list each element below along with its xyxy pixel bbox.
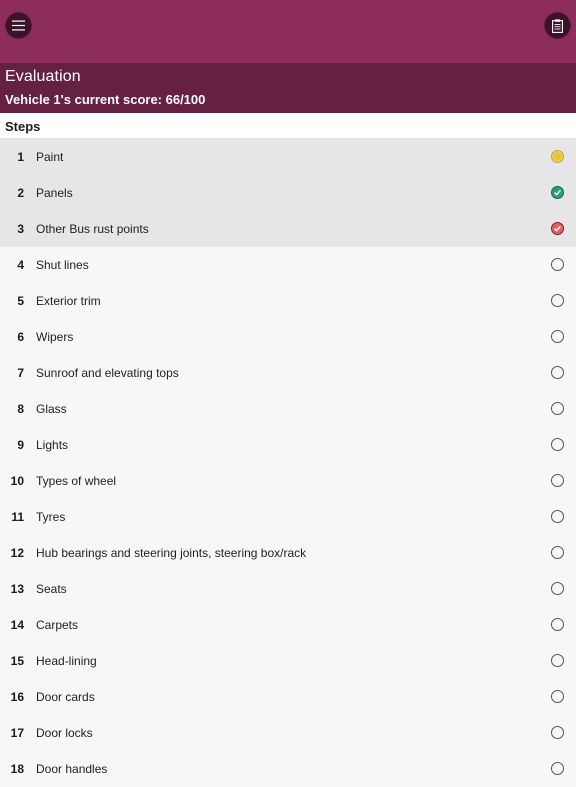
step-label: Seats xyxy=(36,582,67,596)
step-number: 18 xyxy=(10,762,24,776)
status-empty-icon xyxy=(551,330,564,343)
step-label: Door locks xyxy=(36,726,93,740)
status-empty-icon xyxy=(551,690,564,703)
step-row[interactable]: 15 Head-lining xyxy=(0,643,576,679)
step-row[interactable]: 6 Wipers xyxy=(0,319,576,355)
step-label: Door cards xyxy=(36,690,95,704)
step-number: 9 xyxy=(17,438,24,452)
status-empty-icon xyxy=(551,510,564,523)
step-row[interactable]: 10 Types of wheel xyxy=(0,463,576,499)
step-label: Door handles xyxy=(36,762,108,776)
step-row[interactable]: 2 Panels xyxy=(0,175,576,211)
status-empty-icon xyxy=(551,438,564,451)
page-title: Evaluation xyxy=(5,68,81,85)
step-number: 8 xyxy=(17,402,24,416)
status-pass-icon xyxy=(551,186,564,199)
status-empty-icon xyxy=(551,726,564,739)
step-row[interactable]: 1 Paint xyxy=(0,139,576,175)
current-score: Vehicle 1's current score: 66/100 xyxy=(5,92,206,107)
step-number: 13 xyxy=(10,582,24,596)
status-empty-icon xyxy=(551,402,564,415)
step-number: 2 xyxy=(17,186,24,200)
step-number: 16 xyxy=(10,690,24,704)
step-label: Exterior trim xyxy=(36,294,101,308)
step-label: Wipers xyxy=(36,330,74,344)
step-row[interactable]: 8 Glass xyxy=(0,391,576,427)
step-label: Panels xyxy=(36,186,73,200)
step-row[interactable]: 14 Carpets xyxy=(0,607,576,643)
top-app-bar xyxy=(0,0,576,63)
step-number: 14 xyxy=(10,618,24,632)
status-empty-icon xyxy=(551,474,564,487)
evaluation-header: Evaluation Vehicle 1's current score: 66… xyxy=(0,63,576,113)
step-row[interactable]: 18 Door handles xyxy=(0,751,576,787)
step-number: 4 xyxy=(17,258,24,272)
status-empty-icon xyxy=(551,294,564,307)
step-row[interactable]: 3 Other Bus rust points xyxy=(0,211,576,247)
status-empty-icon xyxy=(551,366,564,379)
step-number: 7 xyxy=(17,366,24,380)
step-label: Shut lines xyxy=(36,258,89,272)
status-pending-icon xyxy=(551,150,564,163)
step-row[interactable]: 5 Exterior trim xyxy=(0,283,576,319)
status-empty-icon xyxy=(551,654,564,667)
step-row[interactable]: 16 Door cards xyxy=(0,679,576,715)
steps-section-header: Steps xyxy=(0,113,576,139)
step-number: 15 xyxy=(10,654,24,668)
status-fail-icon xyxy=(551,222,564,235)
step-row[interactable]: 4 Shut lines xyxy=(0,247,576,283)
clipboard-button[interactable] xyxy=(544,12,571,39)
hamburger-menu-icon xyxy=(12,20,25,31)
step-label: Glass xyxy=(36,402,67,416)
status-empty-icon xyxy=(551,618,564,631)
step-row[interactable]: 7 Sunroof and elevating tops xyxy=(0,355,576,391)
step-row[interactable]: 11 Tyres xyxy=(0,499,576,535)
status-empty-icon xyxy=(551,762,564,775)
step-label: Carpets xyxy=(36,618,79,632)
step-label: Types of wheel xyxy=(36,474,117,488)
step-row[interactable]: 13 Seats xyxy=(0,571,576,607)
menu-button[interactable] xyxy=(5,12,32,39)
step-label: Head-lining xyxy=(36,654,97,668)
step-number: 10 xyxy=(10,474,24,488)
step-row[interactable]: 9 Lights xyxy=(0,427,576,463)
step-number: 17 xyxy=(10,726,24,740)
step-number: 12 xyxy=(10,546,24,560)
step-number: 1 xyxy=(17,150,24,164)
clipboard-icon xyxy=(552,18,563,33)
step-row[interactable]: 12 Hub bearings and steering joints, stee… xyxy=(0,535,576,571)
step-number: 11 xyxy=(11,510,24,524)
step-label: Paint xyxy=(36,150,64,164)
step-label: Sunroof and elevating tops xyxy=(36,366,179,380)
step-label: Other Bus rust points xyxy=(36,222,149,236)
step-label: Hub bearings and steering joints, steeri… xyxy=(36,546,307,560)
step-label: Lights xyxy=(36,438,69,452)
step-number: 3 xyxy=(17,222,24,236)
steps-list: 1 Paint 2 Panels 3 Other Bus rust points 4 Shut… xyxy=(0,139,576,787)
step-number: 6 xyxy=(17,330,24,344)
step-row[interactable]: 17 Door locks xyxy=(0,715,576,751)
status-empty-icon xyxy=(551,582,564,595)
step-label: Tyres xyxy=(36,510,66,524)
step-number: 5 xyxy=(17,294,24,308)
status-empty-icon xyxy=(551,258,564,271)
steps-heading: Steps xyxy=(5,119,41,134)
status-empty-icon xyxy=(551,546,564,559)
